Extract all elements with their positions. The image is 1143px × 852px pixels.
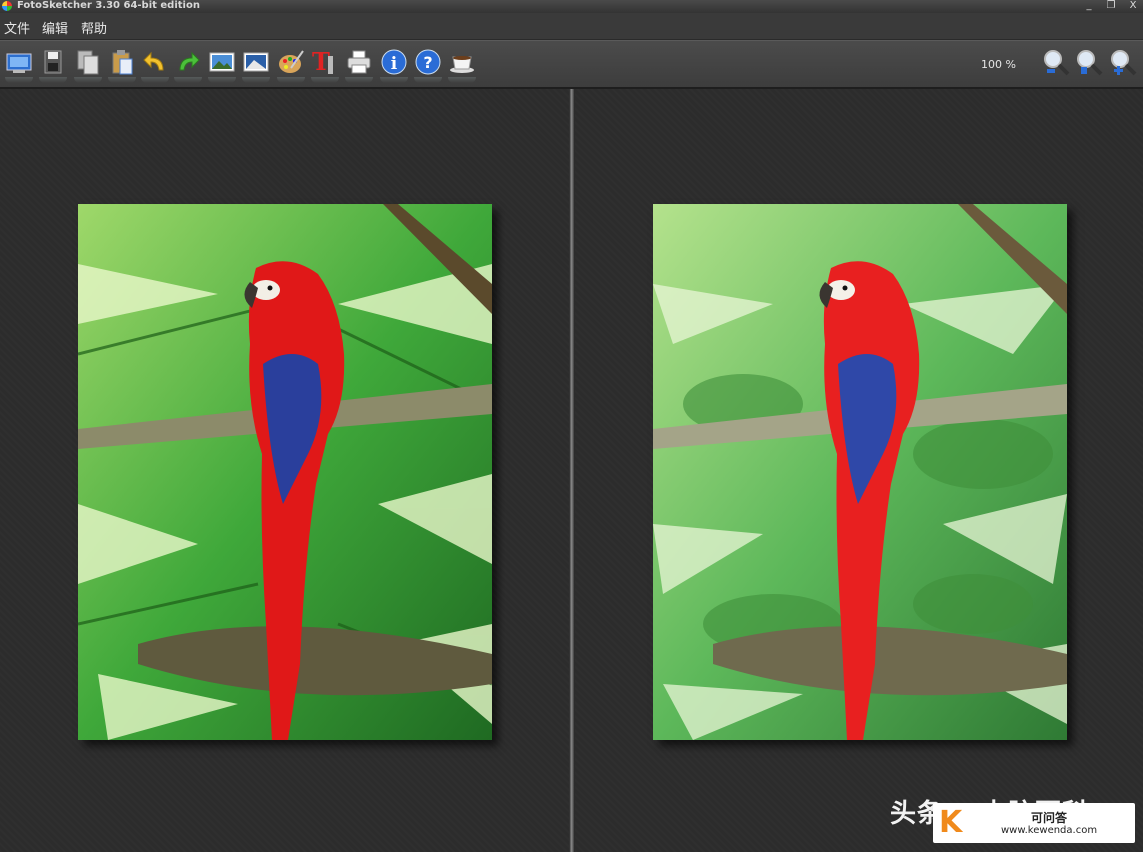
- landscape-image-icon[interactable]: [242, 48, 270, 76]
- redo-icon[interactable]: [174, 48, 202, 76]
- process-image-icon[interactable]: [208, 48, 236, 76]
- zoom-in-icon[interactable]: [1109, 48, 1137, 76]
- text-tool-icon[interactable]: T: [311, 48, 339, 76]
- undo-icon[interactable]: [141, 48, 169, 76]
- original-image: [78, 204, 492, 740]
- print-icon[interactable]: [345, 48, 373, 76]
- result-image: [653, 204, 1067, 740]
- paste-icon[interactable]: [108, 48, 136, 76]
- menu-help[interactable]: 帮助: [81, 18, 107, 37]
- menu-file[interactable]: 文件: [4, 18, 30, 37]
- watermark-logo: K 可问答 www.kewenda.com: [933, 803, 1135, 843]
- menu-bar: 文件 编辑 帮助: [0, 13, 1143, 40]
- info-icon[interactable]: i: [380, 48, 408, 76]
- restore-button[interactable]: ❐: [1105, 0, 1117, 12]
- save-icon[interactable]: [39, 48, 67, 76]
- zoom-level: 100 %: [981, 58, 1016, 71]
- open-image-icon[interactable]: [5, 48, 33, 76]
- watermark-k-icon: K: [939, 805, 963, 840]
- coffee-icon[interactable]: [448, 48, 476, 76]
- svg-text:?: ?: [423, 53, 432, 72]
- title-bar: FotoSketcher 3.30 64-bit edition _ ❐ X: [0, 0, 1143, 13]
- zoom-out-icon[interactable]: [1042, 48, 1070, 76]
- copy-icon[interactable]: [74, 48, 102, 76]
- watermark-site-name: 可问答: [1031, 811, 1068, 825]
- help-icon[interactable]: ?: [414, 48, 442, 76]
- toolbar: T i ? 100 %: [0, 40, 1143, 89]
- palette-icon[interactable]: [277, 48, 305, 76]
- svg-text:T: T: [312, 48, 330, 76]
- svg-text:i: i: [391, 54, 398, 74]
- app-icon: [2, 1, 12, 11]
- window-controls: _ ❐ X: [1083, 0, 1139, 12]
- watermark-site-url: www.kewenda.com: [1001, 825, 1098, 836]
- window-title: FotoSketcher 3.30 64-bit edition: [17, 0, 200, 11]
- menu-edit[interactable]: 编辑: [42, 18, 68, 37]
- zoom-fit-icon[interactable]: [1075, 48, 1103, 76]
- minimize-button[interactable]: _: [1083, 0, 1095, 12]
- close-button[interactable]: X: [1127, 0, 1139, 12]
